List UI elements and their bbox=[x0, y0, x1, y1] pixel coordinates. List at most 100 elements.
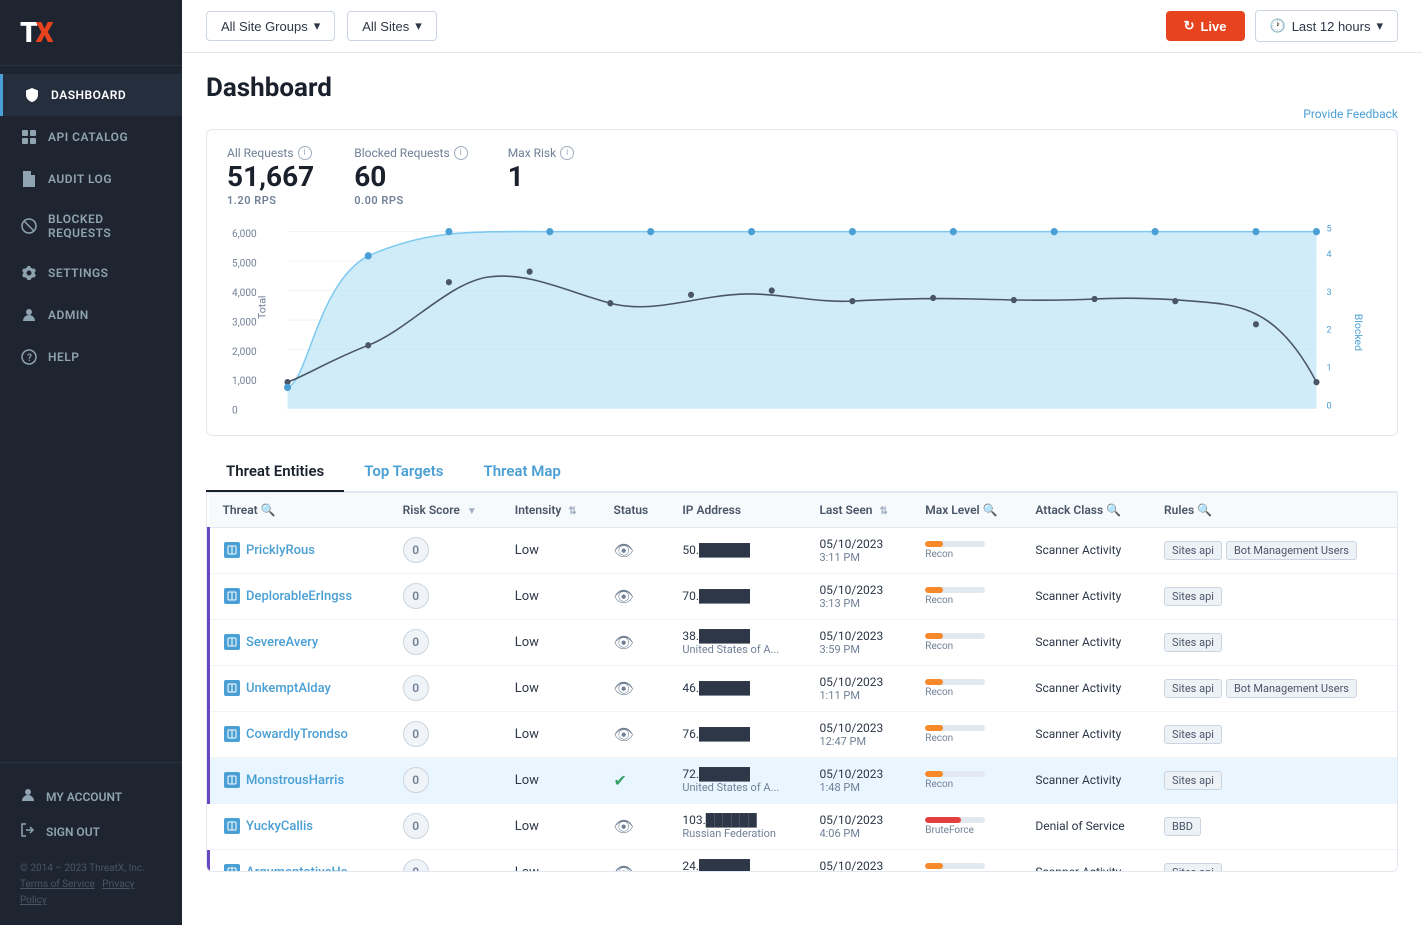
threat-name[interactable]: UnkemptAlday bbox=[224, 680, 375, 696]
sort-icon: ⇅ bbox=[568, 506, 576, 517]
col-intensity[interactable]: Intensity ⇅ bbox=[501, 493, 600, 528]
feedback-link[interactable]: Provide Feedback bbox=[206, 107, 1398, 121]
sidebar-item-dashboard[interactable]: DASHBOARD bbox=[0, 74, 182, 116]
sidebar-item-sign-out[interactable]: SIGN OUT bbox=[20, 814, 162, 849]
attack-class-cell: Scanner Activity bbox=[1021, 757, 1150, 803]
threat-icon bbox=[224, 726, 240, 742]
svg-text:?: ? bbox=[27, 353, 32, 364]
sidebar-item-audit-log[interactable]: AUDIT LOG bbox=[0, 158, 182, 200]
chevron-down-icon: ▾ bbox=[314, 18, 321, 34]
threat-name[interactable]: ArgumentativeHa... bbox=[224, 864, 375, 872]
tab-top-targets[interactable]: Top Targets bbox=[344, 452, 463, 492]
sort-icon: ▼ bbox=[467, 506, 477, 517]
live-button[interactable]: ↻ Live bbox=[1166, 11, 1245, 41]
status-eye-icon: 👁 bbox=[614, 725, 634, 744]
col-rules[interactable]: Rules 🔍 bbox=[1150, 493, 1397, 528]
search-icon[interactable]: 🔍 bbox=[261, 503, 276, 517]
threat-name[interactable]: MonstrousHarris bbox=[224, 772, 375, 788]
sidebar-item-label: BLOCKED REQUESTS bbox=[48, 212, 162, 240]
sidebar-item-api-catalog[interactable]: API CATALOG bbox=[0, 116, 182, 158]
sort-icon: ⇅ bbox=[879, 506, 887, 517]
rule-tag: Sites api bbox=[1164, 587, 1222, 606]
svg-text:2,000: 2,000 bbox=[232, 344, 257, 357]
sidebar-item-blocked-requests[interactable]: BLOCKED REQUESTS bbox=[0, 200, 182, 252]
table-row: SevereAvery 0 Low 👁 38.██████ United Sta… bbox=[209, 619, 1398, 665]
chevron-down-icon: ▾ bbox=[1376, 18, 1383, 34]
risk-score-badge: 0 bbox=[403, 675, 429, 701]
grid-icon bbox=[20, 128, 38, 146]
risk-score-badge: 0 bbox=[403, 721, 429, 747]
sidebar-item-label: AUDIT LOG bbox=[48, 172, 112, 186]
status-eye-icon: 👁 bbox=[614, 863, 634, 872]
rule-tag: Sites api bbox=[1164, 863, 1222, 872]
person-icon bbox=[20, 306, 38, 324]
threat-name[interactable]: PricklyRous bbox=[224, 542, 375, 558]
ip-cell: 50.██████ bbox=[668, 527, 805, 573]
status-cell: 👁 bbox=[600, 803, 669, 849]
col-ip-address: IP Address bbox=[668, 493, 805, 528]
rules-cell: Sites apiBot Management Users bbox=[1150, 665, 1397, 711]
last-seen-cell: 05/10/2023 2:16 PM bbox=[805, 849, 911, 872]
search-icon[interactable]: 🔍 bbox=[1106, 503, 1121, 517]
last-seen-cell: 05/10/2023 3:13 PM bbox=[805, 573, 911, 619]
threat-name[interactable]: YuckyCallis bbox=[224, 818, 375, 834]
sidebar-item-label: ADMIN bbox=[48, 308, 89, 322]
ip-cell: 103.██████ Russian Federation bbox=[668, 803, 805, 849]
max-risk-info-icon[interactable]: i bbox=[560, 146, 574, 160]
rules-cell: Sites api bbox=[1150, 711, 1397, 757]
attack-class-cell: Scanner Activity bbox=[1021, 849, 1150, 872]
sidebar-item-help[interactable]: ? HELP bbox=[0, 336, 182, 378]
blocked-info-icon[interactable]: i bbox=[454, 146, 468, 160]
sidebar-item-admin[interactable]: ADMIN bbox=[0, 294, 182, 336]
sidebar-item-my-account[interactable]: MY ACCOUNT bbox=[20, 779, 162, 814]
last-seen-cell: 05/10/2023 4:06 PM bbox=[805, 803, 911, 849]
rule-tag: Sites api bbox=[1164, 633, 1222, 652]
tab-threat-entities[interactable]: Threat Entities bbox=[206, 452, 344, 492]
search-icon[interactable]: 🔍 bbox=[1197, 503, 1212, 517]
max-risk-stat: Max Risk i 1 bbox=[508, 146, 575, 207]
last-seen-cell: 05/10/2023 12:47 PM bbox=[805, 711, 911, 757]
sidebar: TX DASHBOARD API CATALOG AUDIT LOG BLOCK… bbox=[0, 0, 182, 925]
intensity-cell: Low bbox=[501, 849, 600, 872]
sidebar-item-label: HELP bbox=[48, 350, 79, 364]
sidebar-item-label: DASHBOARD bbox=[51, 88, 126, 102]
logo-text: TX bbox=[20, 16, 52, 49]
terms-link[interactable]: Terms of Service bbox=[20, 879, 95, 890]
last-seen-cell: 05/10/2023 1:11 PM bbox=[805, 665, 911, 711]
topbar: All Site Groups ▾ All Sites ▾ ↻ Live 🕐 L… bbox=[182, 0, 1422, 53]
main-content: All Site Groups ▾ All Sites ▾ ↻ Live 🕐 L… bbox=[182, 0, 1422, 925]
ip-cell: 24.██████ United States of A... bbox=[668, 849, 805, 872]
threat-icon bbox=[224, 864, 240, 872]
col-attack-class[interactable]: Attack Class 🔍 bbox=[1021, 493, 1150, 528]
col-risk-score[interactable]: Risk Score ▼ bbox=[389, 493, 501, 528]
max-level-cell: Recon bbox=[911, 619, 1021, 665]
col-threat[interactable]: Threat 🔍 bbox=[209, 493, 389, 528]
chevron-down-icon: ▾ bbox=[415, 18, 422, 34]
table-row: YuckyCallis 0 Low 👁 103.██████ Russian F… bbox=[209, 803, 1398, 849]
search-icon[interactable]: 🔍 bbox=[983, 503, 998, 517]
col-last-seen[interactable]: Last Seen ⇅ bbox=[805, 493, 911, 528]
site-groups-dropdown[interactable]: All Site Groups ▾ bbox=[206, 11, 335, 41]
threat-name[interactable]: SevereAvery bbox=[224, 634, 375, 650]
rules-cell: Sites api bbox=[1150, 849, 1397, 872]
all-requests-info-icon[interactable]: i bbox=[298, 146, 312, 160]
table-row: CowardlyTrondso 0 Low 👁 76.██████ 05/10/… bbox=[209, 711, 1398, 757]
refresh-icon: ↻ bbox=[1184, 18, 1195, 34]
col-max-level[interactable]: Max Level 🔍 bbox=[911, 493, 1021, 528]
rule-tag: Bot Management Users bbox=[1226, 679, 1357, 698]
status-eye-icon: 👁 bbox=[614, 817, 634, 836]
sidebar-bottom: MY ACCOUNT SIGN OUT © 2014 – 2023 Threat… bbox=[0, 762, 182, 925]
tab-threat-map[interactable]: Threat Map bbox=[463, 452, 580, 492]
table-row: UnkemptAlday 0 Low 👁 46.██████ 05/10/202… bbox=[209, 665, 1398, 711]
threat-name[interactable]: DeplorableErIngss bbox=[224, 588, 375, 604]
last-seen-cell: 05/10/2023 3:11 PM bbox=[805, 527, 911, 573]
sidebar-item-settings[interactable]: SETTINGS bbox=[0, 252, 182, 294]
attack-class-cell: Scanner Activity bbox=[1021, 711, 1150, 757]
threat-icon bbox=[224, 588, 240, 604]
threat-name[interactable]: CowardlyTrondso bbox=[224, 726, 375, 742]
time-range-button[interactable]: 🕐 Last 12 hours ▾ bbox=[1255, 10, 1399, 42]
sites-dropdown[interactable]: All Sites ▾ bbox=[347, 11, 437, 41]
max-level-cell: BruteForce bbox=[911, 803, 1021, 849]
rule-tag: BBD bbox=[1164, 817, 1201, 836]
threat-icon bbox=[224, 818, 240, 834]
